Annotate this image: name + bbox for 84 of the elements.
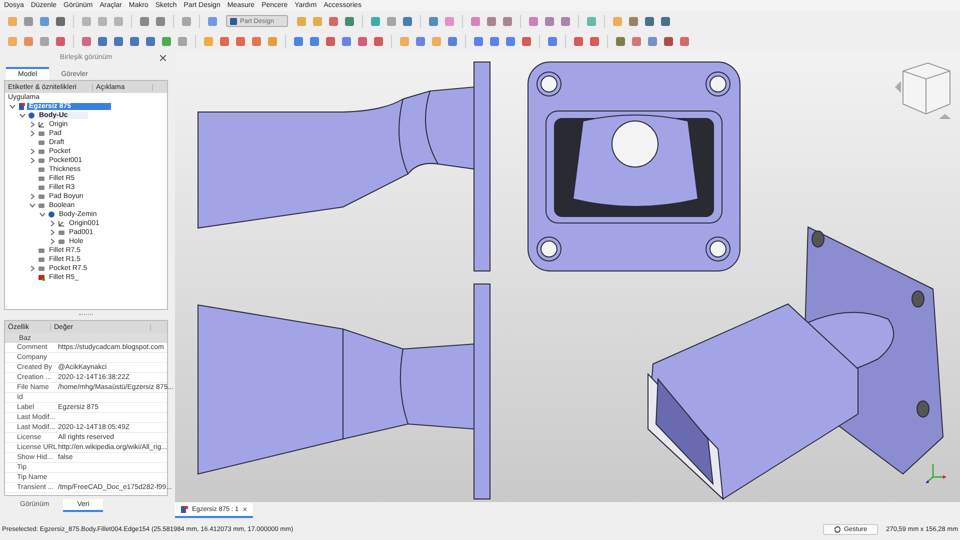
document-icon (18, 103, 25, 110)
chevron-down-icon[interactable] (39, 211, 46, 218)
toolbar-icon[interactable] (343, 14, 356, 28)
toolbar-icon[interactable] (488, 34, 501, 48)
chevron-down-icon[interactable] (29, 202, 36, 209)
toolbar-icon[interactable] (414, 34, 427, 48)
axis-icon (925, 463, 947, 484)
toolbar-icon[interactable] (678, 34, 691, 48)
toolbar-icon[interactable] (630, 34, 643, 48)
toolbar-icon[interactable] (543, 14, 556, 28)
toolbar-icon[interactable] (372, 34, 385, 48)
toolbar-icon[interactable] (427, 14, 440, 28)
toolbar-icon[interactable] (520, 34, 533, 48)
toolbar-icon[interactable] (234, 34, 247, 48)
toolbar-icon[interactable] (138, 14, 151, 28)
toolbar-icon[interactable] (144, 34, 157, 48)
navigation-cube-icon[interactable] (895, 62, 951, 119)
toolbar-icon[interactable] (585, 14, 598, 28)
chevron-right-icon[interactable] (49, 238, 56, 245)
toolbar-icon[interactable] (22, 14, 35, 28)
origin-icon (58, 220, 65, 227)
toolbar-icon[interactable] (38, 14, 51, 28)
chevron-right-icon[interactable] (29, 157, 36, 164)
toolbar-icon[interactable] (385, 14, 398, 28)
toolbar-icon[interactable] (369, 14, 382, 28)
chevron-right-icon[interactable] (29, 193, 36, 200)
document-icon (181, 506, 188, 513)
toolbar-icon[interactable] (176, 34, 189, 48)
toolbar-icon[interactable] (643, 14, 656, 28)
chevron-down-icon[interactable] (9, 103, 16, 110)
chevron-right-icon[interactable] (29, 121, 36, 128)
toolbar-icon[interactable] (588, 34, 601, 48)
refresh-icon (834, 526, 841, 532)
toolbar-icon[interactable] (54, 34, 67, 48)
toolbar-icon[interactable] (180, 14, 193, 28)
toolbar-icon[interactable] (659, 14, 672, 28)
chevron-right-icon[interactable] (29, 130, 36, 137)
toolbar-icon[interactable] (128, 34, 141, 48)
toolbar-icon[interactable] (662, 34, 675, 48)
close-icon[interactable]: × (242, 505, 248, 514)
toolbar-icon[interactable] (401, 14, 414, 28)
toolbar-icon[interactable] (324, 34, 337, 48)
workbench-icon (230, 18, 237, 24)
toolbar-icon[interactable] (54, 14, 67, 28)
body-icon (48, 211, 55, 218)
toolbar-icon[interactable] (504, 34, 517, 48)
chevron-right-icon[interactable] (29, 265, 36, 272)
toolbar-icon[interactable] (646, 34, 659, 48)
chevron-right-icon[interactable] (49, 220, 56, 227)
toolbar-icon[interactable] (446, 34, 459, 48)
toolbar-icon[interactable] (154, 14, 167, 28)
toolbar-icon[interactable] (472, 34, 485, 48)
toolbar-icon[interactable] (112, 34, 125, 48)
toolbar-icon[interactable] (501, 14, 514, 28)
chevron-down-icon[interactable] (19, 112, 26, 119)
toolbar-icon[interactable] (356, 34, 369, 48)
chevron-right-icon[interactable] (29, 148, 36, 155)
toolbar-icon[interactable] (206, 14, 219, 28)
close-icon[interactable] (160, 54, 166, 60)
toolbar-icon[interactable] (527, 14, 540, 28)
toolbar-icon[interactable] (266, 34, 279, 48)
toolbar-icon[interactable] (250, 34, 263, 48)
toolbar-icon[interactable] (218, 34, 231, 48)
toolbar-icon[interactable] (340, 34, 353, 48)
chevron-right-icon[interactable] (49, 229, 56, 236)
toolbar-icon[interactable] (546, 34, 559, 48)
toolbar-icon[interactable] (327, 14, 340, 28)
origin-icon (38, 121, 45, 128)
toolbar-icon[interactable] (292, 34, 305, 48)
toolbar-icon[interactable] (627, 14, 640, 28)
toolbar-icon[interactable] (22, 34, 35, 48)
toolbar-icon[interactable] (443, 14, 456, 28)
toolbar-icon[interactable] (559, 14, 572, 28)
toolbar-icon[interactable] (485, 14, 498, 28)
body-icon (28, 112, 35, 119)
toolbar-icon[interactable] (80, 34, 93, 48)
toolbar-icon[interactable] (614, 34, 627, 48)
toolbar-icon[interactable] (96, 34, 109, 48)
error-icon (38, 274, 45, 281)
toolbar-icon[interactable] (38, 34, 51, 48)
toolbar-icon[interactable] (308, 34, 321, 48)
toolbar-icon[interactable] (572, 34, 585, 48)
toolbar-icon[interactable] (469, 14, 482, 28)
toolbar-icon[interactable] (160, 34, 173, 48)
